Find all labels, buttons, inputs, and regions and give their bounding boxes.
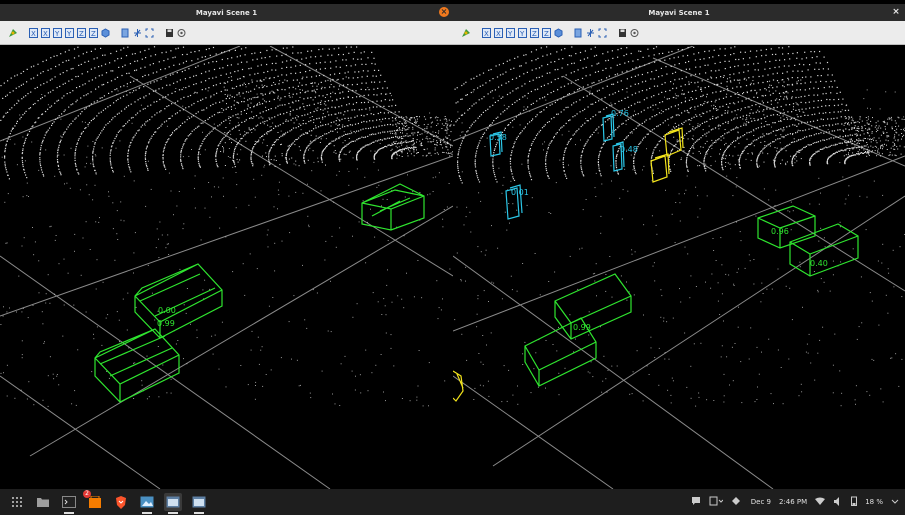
- view-x-plus-icon[interactable]: X: [28, 27, 38, 39]
- svg-text:Y: Y: [54, 30, 60, 38]
- green-bounding-box: [94, 328, 180, 403]
- terminal-icon[interactable]: [60, 493, 78, 514]
- settings-icon[interactable]: [176, 27, 186, 39]
- score-label: 0.00: [158, 306, 176, 315]
- system-tray: Dec 9 2:46 PM 18 %: [691, 489, 899, 515]
- view-z-plus-icon[interactable]: Z: [76, 27, 86, 39]
- score-label: 0.99: [157, 319, 175, 328]
- score-label: 0.99: [573, 323, 591, 332]
- title-bar: Mayavi Scene 1 ×: [453, 4, 905, 21]
- mayavi-window-icon[interactable]: [190, 493, 208, 514]
- mayavi-logo-icon[interactable]: [461, 27, 471, 39]
- toolbar: X X Y Y Z Z: [0, 21, 453, 45]
- view-z-minus-icon[interactable]: Z: [541, 27, 551, 39]
- volume-icon[interactable]: [833, 496, 843, 508]
- svg-text:Z: Z: [91, 30, 96, 38]
- settings-icon[interactable]: [629, 27, 639, 39]
- save-icon[interactable]: [617, 27, 627, 39]
- mayavi-window-icon[interactable]: [164, 493, 182, 514]
- yellow-bounding-box: [453, 127, 684, 402]
- image-viewer-icon[interactable]: [138, 493, 156, 514]
- score-label: 0.01: [511, 188, 529, 197]
- svg-text:Y: Y: [66, 30, 72, 38]
- software-center-icon[interactable]: 2: [83, 490, 104, 511]
- point-cloud-canvas: 0.58 0.76 0.48 0.01 0.99 0.96 0.40: [453, 46, 905, 489]
- power-menu-icon[interactable]: [891, 497, 899, 507]
- chat-icon[interactable]: [691, 496, 701, 508]
- view-x-plus-icon[interactable]: X: [481, 27, 491, 39]
- score-label: 0.76: [611, 109, 629, 118]
- point-cloud-canvas: 0.00 0.99: [0, 46, 453, 489]
- green-bounding-box: [361, 183, 425, 231]
- wifi-icon[interactable]: [815, 497, 826, 508]
- save-icon[interactable]: [164, 27, 174, 39]
- axes-toggle-icon[interactable]: [585, 27, 595, 39]
- notification-badge: 2: [83, 490, 91, 498]
- mayavi-window-right[interactable]: Mayavi Scene 1 × X X Y Y Z Z 0.58 0.76 0…: [453, 4, 905, 489]
- parallel-projection-icon[interactable]: [573, 27, 583, 39]
- green-bounding-box: [524, 205, 859, 387]
- green-bounding-box: [134, 263, 223, 339]
- app-grid-icon[interactable]: [8, 493, 26, 511]
- updates-icon[interactable]: [731, 496, 743, 508]
- mayavi-logo-icon[interactable]: [8, 27, 18, 39]
- clipboard-icon[interactable]: [709, 496, 724, 508]
- ground-grid: [0, 46, 453, 489]
- taskbar: 2 Dec 9 2:46 PM 18 %: [0, 489, 905, 515]
- view-z-minus-icon[interactable]: Z: [88, 27, 98, 39]
- view-y-minus-icon[interactable]: Y: [64, 27, 74, 39]
- title-bar: Mayavi Scene 1 ×: [0, 4, 453, 21]
- view-y-minus-icon[interactable]: Y: [517, 27, 527, 39]
- svg-text:Z: Z: [532, 30, 537, 38]
- fullscreen-icon[interactable]: [144, 27, 154, 39]
- date-label[interactable]: Dec 9: [751, 498, 771, 506]
- fullscreen-icon[interactable]: [597, 27, 607, 39]
- score-label: 0.48: [620, 145, 638, 154]
- svg-text:Z: Z: [544, 30, 549, 38]
- view-y-plus-icon[interactable]: Y: [505, 27, 515, 39]
- brave-browser-icon[interactable]: [112, 493, 130, 511]
- lidar-points: [453, 46, 905, 407]
- close-window-icon[interactable]: ×: [891, 7, 901, 17]
- battery-icon[interactable]: [851, 496, 858, 508]
- 3d-scene-viewport[interactable]: 0.00 0.99: [0, 46, 453, 489]
- window-title: Mayavi Scene 1: [648, 8, 710, 17]
- svg-text:X: X: [31, 30, 36, 38]
- lidar-points: [0, 46, 453, 407]
- isometric-view-icon[interactable]: [553, 27, 563, 39]
- time-label[interactable]: 2:46 PM: [779, 498, 807, 506]
- svg-text:X: X: [496, 30, 501, 38]
- view-z-plus-icon[interactable]: Z: [529, 27, 539, 39]
- view-x-minus-icon[interactable]: X: [493, 27, 503, 39]
- score-label: 0.58: [489, 133, 507, 142]
- svg-text:X: X: [484, 30, 489, 38]
- battery-label: 18 %: [865, 498, 883, 506]
- score-label: 0.40: [810, 259, 828, 268]
- close-window-icon[interactable]: ×: [439, 7, 449, 17]
- axes-toggle-icon[interactable]: [132, 27, 142, 39]
- svg-text:Y: Y: [507, 30, 513, 38]
- svg-text:X: X: [43, 30, 48, 38]
- svg-text:Z: Z: [79, 30, 84, 38]
- file-manager-icon[interactable]: [34, 493, 52, 511]
- isometric-view-icon[interactable]: [100, 27, 110, 39]
- svg-text:Y: Y: [519, 30, 525, 38]
- ground-grid: [453, 46, 905, 489]
- toolbar: X X Y Y Z Z: [453, 21, 905, 45]
- view-y-plus-icon[interactable]: Y: [52, 27, 62, 39]
- parallel-projection-icon[interactable]: [120, 27, 130, 39]
- 3d-scene-viewport[interactable]: 0.58 0.76 0.48 0.01 0.99 0.96 0.40: [453, 46, 905, 489]
- score-label: 0.96: [771, 227, 789, 236]
- view-x-minus-icon[interactable]: X: [40, 27, 50, 39]
- mayavi-window-left[interactable]: Mayavi Scene 1 × X X Y Y Z Z 0.00 0.99: [0, 4, 453, 489]
- window-title: Mayavi Scene 1: [195, 8, 258, 17]
